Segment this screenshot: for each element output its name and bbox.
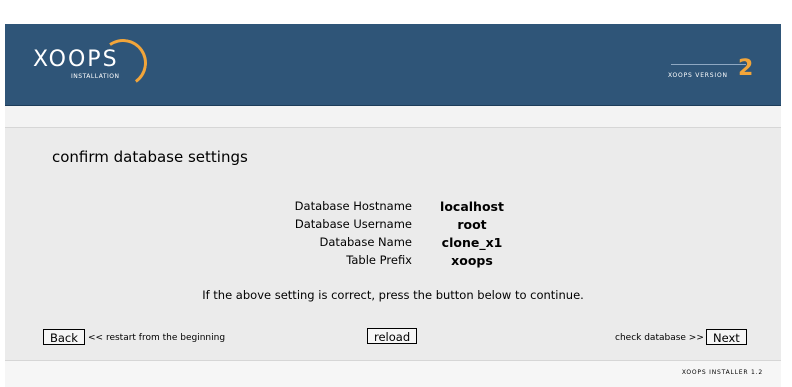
logo-text: XOOPS <box>33 47 119 72</box>
logo-subtitle: INSTALLATION <box>71 73 120 80</box>
setting-value: clone_x1 <box>441 234 503 250</box>
back-button[interactable]: Back <box>43 329 85 345</box>
setting-value: localhost <box>440 198 504 214</box>
header-banner: XOOPS INSTALLATION XOOPS VERSION 2 <box>5 24 781 106</box>
version-divider <box>671 64 746 65</box>
settings-row: Database Username root <box>255 215 530 233</box>
right-margin <box>781 0 792 386</box>
settings-row: Database Hostname localhost <box>255 197 530 215</box>
setting-label: Database Username <box>294 217 412 231</box>
top-strip <box>5 0 781 24</box>
confirmation-note: If the above setting is correct, press t… <box>202 288 584 302</box>
setting-label: Table Prefix <box>346 253 412 267</box>
footer-strip: XOOPS INSTALLER 1.2 <box>5 360 781 387</box>
setting-value: root <box>457 216 487 232</box>
setting-label: Database Name <box>319 235 412 249</box>
version-label: XOOPS VERSION <box>668 72 728 79</box>
sub-header-strip <box>5 106 781 128</box>
installer-frame: XOOPS INSTALLATION XOOPS VERSION 2 confi… <box>5 0 781 387</box>
version-number: 2 <box>738 56 754 81</box>
settings-table: Database Hostname localhost Database Use… <box>255 197 530 269</box>
next-button[interactable]: Next <box>706 329 747 345</box>
reload-button[interactable]: reload <box>367 328 418 344</box>
settings-row: Database Name clone_x1 <box>255 233 530 251</box>
xoops-logo: XOOPS INSTALLATION <box>33 35 151 91</box>
installer-version: XOOPS INSTALLER 1.2 <box>681 369 763 376</box>
setting-value: xoops <box>451 252 493 268</box>
next-hint: check database >> <box>615 333 704 343</box>
settings-row: Table Prefix xoops <box>255 251 530 269</box>
page-title: confirm database settings <box>52 148 248 166</box>
back-hint: << restart from the beginning <box>88 333 226 343</box>
setting-label: Database Hostname <box>294 199 412 213</box>
